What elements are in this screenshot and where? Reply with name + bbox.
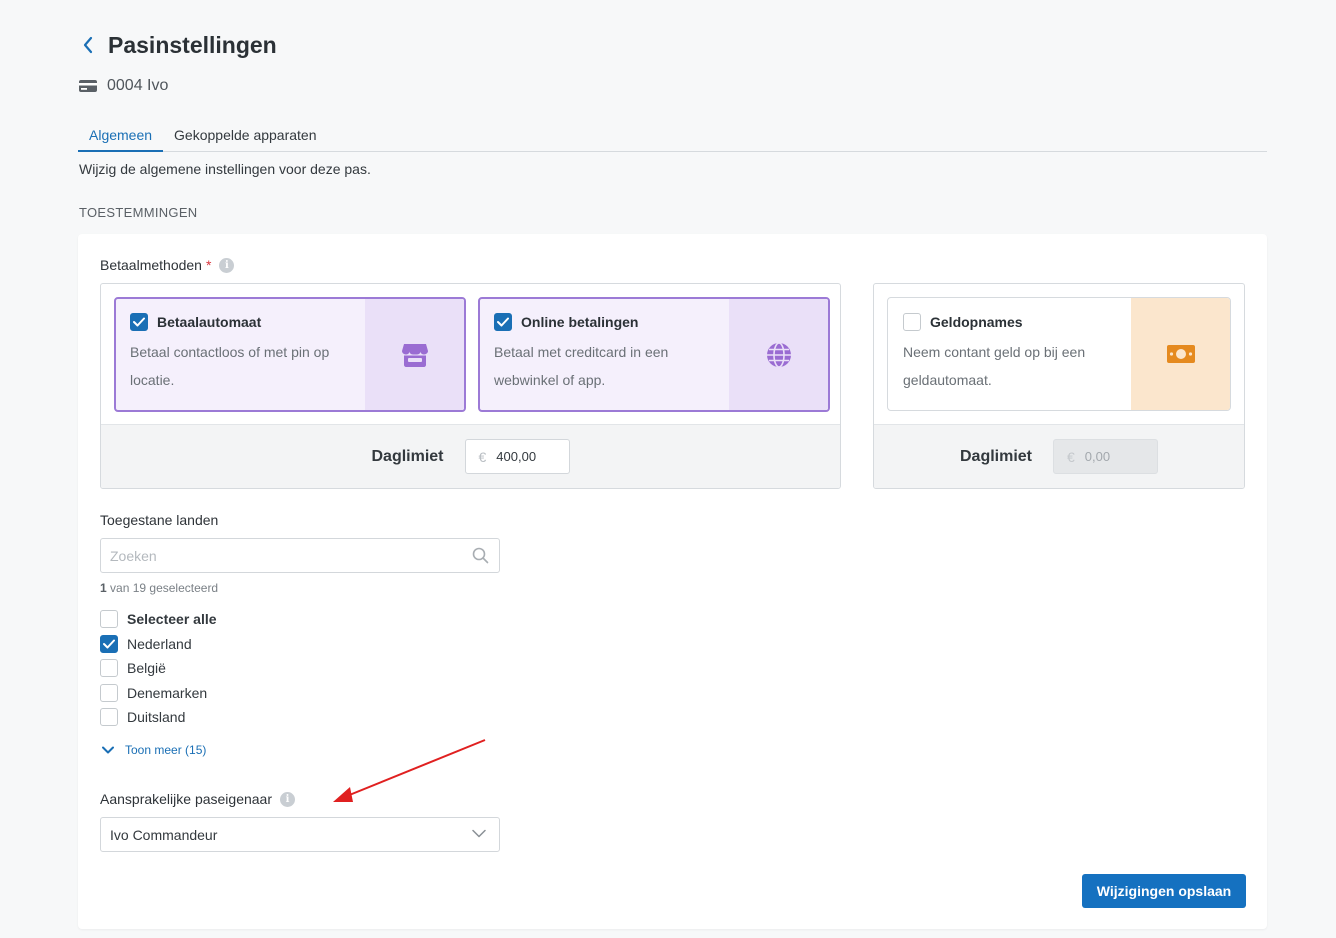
page-description: Wijzig de algemene instellingen voor dez…: [79, 161, 371, 177]
card-name: 0004 Ivo: [107, 77, 169, 94]
checkbox[interactable]: [100, 610, 118, 628]
payment-group: Betaalautomaat Betaal contactloos of met…: [100, 283, 841, 489]
daily-limit-label: Daglimiet: [371, 447, 444, 465]
show-more-link[interactable]: Toon meer (15): [102, 743, 206, 757]
owner-label-text: Aansprakelijke paseigenaar: [100, 791, 272, 807]
country-name: Nederland: [127, 636, 192, 652]
section-heading: TOESTEMMINGEN: [79, 205, 198, 220]
option-description: Neem contant geld op bij een geldautomaa…: [903, 344, 1086, 388]
withdrawal-group: Geldopnames Neem contant geld op bij een…: [873, 283, 1245, 489]
tab-bar: Algemeen Gekoppelde apparaten: [78, 122, 1267, 152]
option-title: Betaalautomaat: [157, 314, 262, 330]
info-icon[interactable]: i: [280, 791, 295, 807]
country-item-belgie[interactable]: België: [100, 659, 166, 677]
checkbox-geldopnames[interactable]: [903, 313, 921, 331]
payment-limit-row: Daglimiet € 400,00: [101, 424, 840, 488]
annotation-arrow-icon: [333, 739, 486, 802]
country-name: België: [127, 660, 166, 676]
option-title: Geldopnames: [930, 314, 1023, 330]
chevron-down-icon: [102, 746, 114, 754]
country-name: Denemarken: [127, 685, 208, 701]
country-search[interactable]: [100, 538, 500, 573]
page-title: Pasinstellingen: [108, 31, 277, 58]
required-mark: *: [205, 257, 212, 273]
save-button[interactable]: Wijzigingen opslaan: [1082, 874, 1246, 908]
daily-limit-value: 400,00: [496, 449, 537, 464]
card-identifier: 0004 Ivo: [78, 76, 168, 96]
country-item-denemarken[interactable]: Denemarken: [100, 684, 207, 702]
credit-card-icon: [78, 76, 98, 96]
payment-methods-label: Betaalmethoden * i: [100, 257, 235, 273]
payment-methods-label-text: Betaalmethoden: [100, 257, 202, 273]
owner-select-value: Ivo Commandeur: [110, 826, 218, 843]
chevron-left-icon: [83, 36, 93, 54]
show-more-label: Toon meer (15): [125, 743, 207, 757]
owner-label: Aansprakelijke paseigenaar i: [100, 791, 295, 807]
checkbox[interactable]: [100, 708, 118, 726]
info-icon[interactable]: i: [219, 257, 235, 273]
option-title: Online betalingen: [521, 314, 639, 330]
search-input[interactable]: [101, 539, 441, 572]
store-icon: [401, 343, 428, 367]
selected-count: 1 van 19 geselecteerd: [100, 581, 218, 595]
tab-gekoppelde-apparaten[interactable]: Gekoppelde apparaten: [163, 122, 327, 151]
euro-icon: €: [478, 448, 487, 465]
tab-algemeen[interactable]: Algemeen: [78, 122, 164, 152]
option-description: Betaal contactloos of met pin op locatie…: [130, 344, 330, 388]
check-icon: [133, 317, 145, 327]
check-icon: [103, 639, 115, 649]
euro-icon: €: [1067, 448, 1075, 465]
search-icon: [472, 547, 489, 564]
withdrawal-limit-value: 0,00: [1084, 449, 1111, 464]
globe-icon: [766, 341, 791, 368]
checkbox[interactable]: [100, 684, 118, 702]
daily-limit-label: Daglimiet: [959, 447, 1032, 465]
withdrawal-limit-input: € 0,00: [1053, 439, 1158, 474]
country-item-duitsland[interactable]: Duitsland: [100, 708, 185, 726]
back-button[interactable]: [78, 30, 98, 60]
select-all-label: Selecteer alle: [127, 611, 217, 627]
permissions-panel: Betaalmethoden * i Betaalautomaat Betaal…: [78, 234, 1267, 929]
checkbox-betaalautomaat[interactable]: [130, 313, 148, 331]
country-name: Duitsland: [127, 709, 186, 725]
chevron-down-icon: [472, 829, 486, 838]
option-description: Betaal met creditcard in een webwinkel o…: [494, 344, 669, 388]
selected-count-text: van 19 geselecteerd: [110, 581, 219, 595]
check-icon: [497, 317, 509, 327]
checkbox-online-betalingen[interactable]: [494, 313, 512, 331]
owner-select[interactable]: Ivo Commandeur: [100, 817, 500, 852]
checkbox[interactable]: [100, 635, 118, 653]
selected-count-number: 1: [100, 581, 107, 595]
country-item-nederland[interactable]: Nederland: [100, 635, 192, 653]
option-geldopnames[interactable]: Geldopnames Neem contant geld op bij een…: [887, 297, 1231, 411]
option-betaalautomaat[interactable]: Betaalautomaat Betaal contactloos of met…: [114, 297, 466, 412]
cash-icon: [1166, 345, 1195, 363]
page-header: Pasinstellingen: [78, 30, 277, 60]
withdrawal-limit-row: Daglimiet € 0,00: [874, 424, 1244, 488]
option-online-betalingen[interactable]: Online betalingen Betaal met creditcard …: [478, 297, 830, 412]
daily-limit-input[interactable]: € 400,00: [464, 439, 570, 474]
countries-label: Toegestane landen: [100, 512, 219, 528]
select-all-checkbox[interactable]: Selecteer alle: [100, 610, 217, 628]
checkbox[interactable]: [100, 659, 118, 677]
